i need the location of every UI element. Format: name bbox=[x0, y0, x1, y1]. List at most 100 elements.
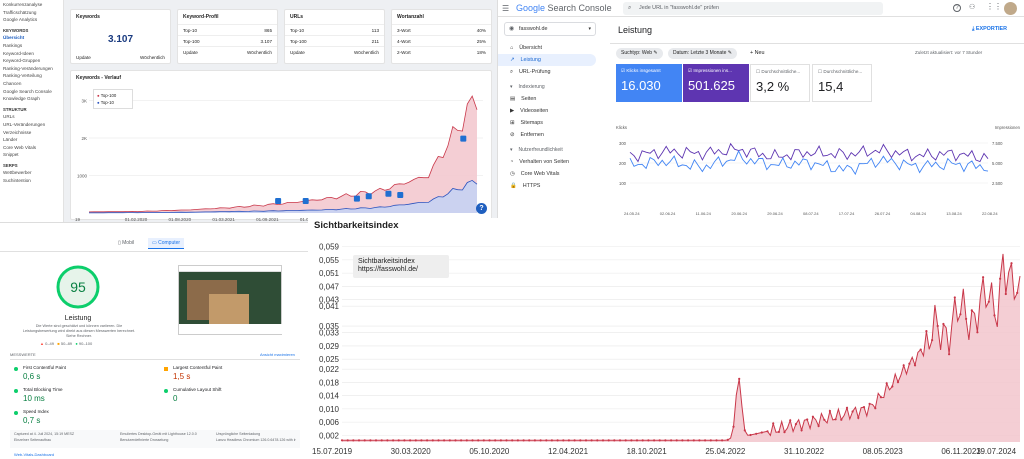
property-selector[interactable]: ◉ fasswohl.de ▾ bbox=[504, 22, 596, 36]
x-tick-label: 15.07.2019 bbox=[312, 447, 353, 456]
metric-clicks[interactable]: ☑ Klicks insgesamt 16.030 bbox=[616, 64, 682, 102]
filter-search-type[interactable]: Suchtyp: Web ✎ bbox=[616, 48, 663, 59]
visibility-point bbox=[823, 418, 826, 421]
sidebar-item[interactable]: Ranking-Veränderungen bbox=[0, 65, 63, 73]
visibility-point bbox=[857, 416, 860, 419]
nav-section-nutzer[interactable]: ▾ Nutzerfreundlichkeit bbox=[498, 144, 602, 156]
visibility-point bbox=[664, 439, 667, 442]
filter-date[interactable]: Datum: Letzte 3 Monate ✎ bbox=[668, 48, 737, 59]
stat-row-value: 18% bbox=[476, 50, 486, 55]
sidebar-item[interactable]: Core Web Vitals bbox=[0, 144, 63, 152]
metric-impressions[interactable]: ☑ Impressionen ins... 501.625 bbox=[683, 64, 749, 102]
visibility-point bbox=[811, 415, 814, 418]
event-marker[interactable] bbox=[275, 198, 282, 204]
nav-icon: 🔒 bbox=[510, 183, 517, 189]
sidebar-item-active[interactable]: Übersicht bbox=[0, 34, 63, 42]
sidebar-item[interactable]: URL-Veränderungen bbox=[0, 121, 63, 129]
visibility-point bbox=[721, 439, 724, 442]
visibility-point bbox=[528, 439, 531, 442]
gsc-logo[interactable]: Google Search Console bbox=[516, 3, 612, 13]
sidebar-item[interactable]: Konkurrenzanalyse bbox=[0, 1, 63, 9]
visibility-point bbox=[942, 322, 945, 326]
sidebar-item[interactable]: Knowledge Graph bbox=[0, 95, 63, 103]
export-button[interactable]: ⤓ EXPORTIER bbox=[972, 26, 1007, 33]
nav-item[interactable]: ⊘ Entfernen bbox=[498, 129, 602, 141]
menu-icon[interactable]: ☰ bbox=[502, 4, 509, 13]
event-marker[interactable] bbox=[385, 190, 392, 197]
nav-label: URL-Prüfung bbox=[519, 69, 551, 75]
nav-item[interactable]: ↗ Leistung bbox=[498, 54, 596, 66]
x-date-tick: 20.06.24 bbox=[731, 211, 747, 216]
apps-grid-icon[interactable]: ⋮⋮ bbox=[986, 2, 1002, 11]
nav-item[interactable]: ⌂ Übersicht bbox=[498, 42, 602, 54]
footer-device: Emuliertes Desktop-Gerät mit Lighthouse … bbox=[120, 432, 197, 436]
visibility-point bbox=[698, 439, 701, 442]
stat-row: Top-10 113 bbox=[285, 24, 384, 35]
nav-item[interactable]: ▶ Videoseiten bbox=[498, 105, 602, 117]
sidebar-item[interactable]: Rankings bbox=[0, 42, 63, 50]
help-button[interactable]: ? bbox=[476, 203, 487, 214]
x-tick-label: 12.04.2021 bbox=[548, 447, 589, 456]
event-marker[interactable] bbox=[460, 135, 467, 142]
metric-position[interactable]: ☐ Durchschnittliche... 15,4 bbox=[812, 64, 872, 102]
sidebar-item[interactable]: Suchintention bbox=[0, 177, 63, 185]
sidebar-item[interactable]: URLs bbox=[0, 113, 63, 121]
sidebar-item[interactable]: Snippet bbox=[0, 151, 63, 159]
sidebar-item[interactable]: Keyword-Gruppen bbox=[0, 57, 63, 65]
event-marker[interactable] bbox=[365, 193, 372, 200]
nav-label: Videoseiten bbox=[520, 108, 549, 114]
metric-clicks-label: Klicks insgesamt bbox=[626, 68, 661, 73]
nav-item[interactable]: 🔒 HTTPS bbox=[498, 180, 602, 192]
sidebar-item[interactable]: Keyword-Ideen bbox=[0, 50, 63, 58]
y-tick-label: 0,025 bbox=[319, 355, 340, 364]
nav-item[interactable]: ⊞ Sitemaps bbox=[498, 117, 602, 129]
nav-item[interactable]: ◔ Verhalten von Seiten bbox=[498, 156, 602, 168]
y-tick-label: 1000 bbox=[77, 174, 88, 179]
event-marker[interactable] bbox=[397, 192, 404, 198]
sidebar-item[interactable]: Wettbewerber bbox=[0, 169, 63, 177]
visibility-point bbox=[817, 424, 820, 428]
web-vitals-link[interactable]: Web-Vitals-Dashboard bbox=[14, 452, 54, 457]
metric-ctr[interactable]: ☐ Durchschnittliche... 3,2 % bbox=[750, 64, 810, 102]
visibility-point bbox=[948, 353, 951, 356]
event-marker[interactable] bbox=[353, 195, 360, 202]
tab-mobile[interactable]: ▯ Mobil bbox=[118, 240, 134, 246]
y-tick-label: 2K bbox=[81, 136, 87, 141]
nav-label: Verhalten von Seiten bbox=[519, 159, 570, 165]
nav-item[interactable]: ◷ Core Web Vitals bbox=[498, 168, 602, 180]
nav-section-indexierung[interactable]: ▾ Indexierung bbox=[498, 81, 602, 93]
expand-view-link[interactable]: Ansicht maximieren bbox=[260, 352, 295, 357]
avatar[interactable] bbox=[1004, 2, 1017, 15]
visibility-point bbox=[919, 348, 922, 351]
stat-row-value: Wöchentlich bbox=[246, 50, 272, 55]
x-tick-label: 01.08.2020 bbox=[169, 217, 192, 221]
visibility-point bbox=[607, 439, 610, 442]
help-icon[interactable]: ? bbox=[953, 4, 961, 12]
sidebar-item[interactable]: Ranking-Verteilung bbox=[0, 72, 63, 80]
nav-item[interactable]: ⌕ URL-Prüfung bbox=[498, 66, 602, 78]
sidebar-item[interactable]: Chancen bbox=[0, 80, 63, 88]
x-date-tick: 26.07.24 bbox=[875, 211, 891, 216]
y-tick-label: 0,041 bbox=[319, 302, 340, 311]
y-tick-label: 0,047 bbox=[319, 282, 340, 291]
visibility-point bbox=[772, 422, 775, 425]
url-inspect-search[interactable]: ⌕ Jede URL in "fasswohl.de" prüfen bbox=[623, 2, 883, 15]
sidebar-item[interactable]: Trafficschätzung bbox=[0, 9, 63, 17]
sidebar-item[interactable]: Google Search Console bbox=[0, 88, 63, 96]
nav-item[interactable]: ▤ Seiten bbox=[498, 93, 602, 105]
nav-label: Übersicht bbox=[519, 45, 543, 51]
tab-desktop[interactable]: ▭ Computer bbox=[148, 238, 185, 249]
stat-row-label: Update bbox=[183, 50, 198, 55]
gsc-logo-google: Google bbox=[516, 3, 546, 13]
sidebar-item[interactable]: Länder bbox=[0, 136, 63, 144]
visibility-point bbox=[562, 439, 565, 442]
event-marker[interactable] bbox=[302, 198, 309, 204]
users-icon[interactable]: ⚇ bbox=[969, 3, 975, 11]
visibility-point bbox=[437, 439, 440, 442]
tooltip-url: https://fasswohl.de/ bbox=[358, 266, 418, 273]
new-filter-button[interactable]: + Neu bbox=[750, 48, 765, 59]
visibility-point bbox=[482, 439, 485, 442]
sidebar-item[interactable]: Google Analytics bbox=[0, 16, 63, 24]
metric-value: 0,6 s bbox=[23, 372, 41, 381]
sidebar-item[interactable]: Verzeichnisse bbox=[0, 129, 63, 137]
